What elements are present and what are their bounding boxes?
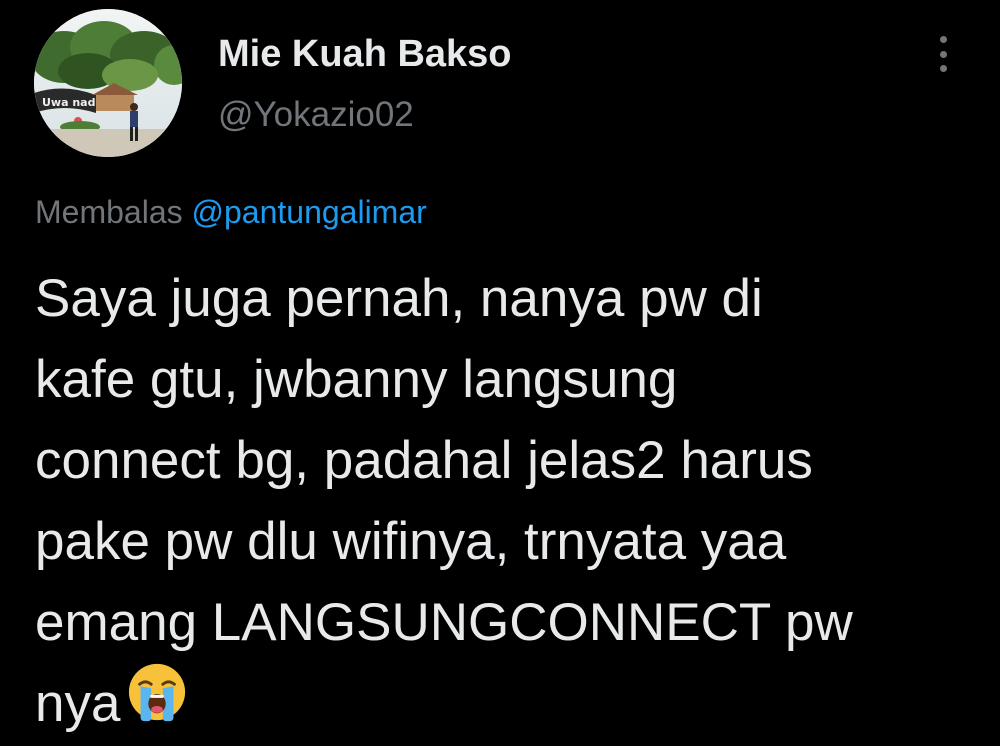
loudly-crying-face-icon	[126, 661, 188, 746]
tweet-text-line: kafe gtu, jwbanny langsung	[35, 350, 678, 409]
author-display-name[interactable]: Mie Kuah Bakso	[218, 33, 512, 76]
avatar-image: Uwa nada	[34, 9, 182, 157]
tweet-text: Saya juga pernah, nanya pw di kafe gtu, …	[35, 258, 975, 746]
more-options-button[interactable]	[926, 32, 960, 76]
more-vertical-icon-dot	[939, 50, 947, 58]
reply-context: Membalas @pantungalimar	[35, 194, 427, 231]
reply-prefix: Membalas	[35, 194, 183, 230]
author-handle[interactable]: @Yokazio02	[218, 95, 414, 135]
more-vertical-icon	[939, 36, 947, 43]
tweet: Uwa nada Mie Kuah Bakso @Yokazio02 Memba…	[0, 0, 1000, 741]
tweet-text-line: pake pw dlu wifinya, trnyata yaa	[35, 512, 787, 571]
tweet-text-line: connect bg, padahal jelas2 harus	[35, 431, 813, 490]
avatar-sign-text: Uwa nada	[42, 96, 103, 109]
tweet-text-line: emang LANGSUNGCONNECT pw	[35, 593, 853, 652]
tweet-text-line-last: nya	[35, 663, 975, 746]
more-vertical-icon-dot	[939, 65, 947, 72]
avatar[interactable]: Uwa nada	[34, 9, 182, 157]
tweet-text-line: Saya juga pernah, nanya pw di	[35, 269, 763, 328]
tweet-text-line: nya	[35, 674, 121, 733]
reply-mention-link[interactable]: @pantungalimar	[192, 194, 427, 230]
